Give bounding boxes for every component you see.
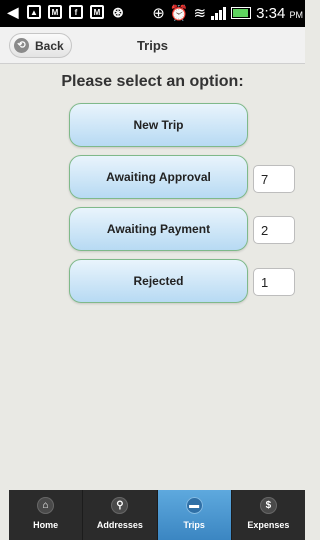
facebook-icon: f (69, 5, 83, 19)
awaiting-approval-count: 7 (253, 165, 295, 193)
rejected-count: 1 (253, 268, 295, 296)
page-title: Trips (136, 38, 169, 53)
status-bar: ◀ ▲ M f M ⊛ ⊕ ⏰ ≋ 3:34 PM (0, 0, 305, 27)
header: ⟲ Back Trips (0, 27, 305, 64)
dollar-icon: $ (259, 497, 277, 514)
tab-home[interactable]: ⌂ Home (9, 490, 84, 540)
tab-label: Home (33, 520, 59, 530)
signal-icon (211, 6, 227, 20)
tab-label: Trips (183, 520, 205, 530)
status-system: ⊕ ⏰ ≋ 3:34 PM (152, 4, 303, 23)
battery-icon (231, 7, 252, 19)
awaiting-approval-button[interactable]: Awaiting Approval (69, 155, 248, 199)
mail-icon: M (48, 5, 62, 19)
new-trip-button[interactable]: New Trip (69, 103, 248, 147)
tab-label: Expenses (247, 520, 290, 530)
tab-label: Addresses (96, 520, 143, 530)
back-arrow-icon: ◀ (7, 3, 19, 20)
status-time: 3:34 PM (256, 4, 303, 22)
home-icon: ⌂ (37, 497, 55, 514)
car-icon: ▬ (185, 497, 203, 514)
picture-icon: ▲ (27, 5, 41, 19)
tab-bar: ⌂ Home ⚲ Addresses ▬ Trips $ Expenses (9, 490, 305, 540)
rejected-button[interactable]: Rejected (69, 259, 248, 303)
sync-icon: ⊛ (112, 3, 124, 20)
awaiting-payment-button[interactable]: Awaiting Payment (69, 207, 248, 251)
tab-expenses[interactable]: $ Expenses (232, 490, 305, 540)
prompt-text: Please select an option: (61, 73, 244, 90)
gmail-icon: M (90, 5, 104, 19)
awaiting-payment-count: 2 (253, 216, 295, 244)
tab-addresses[interactable]: ⚲ Addresses (83, 490, 158, 540)
status-notifications: ◀ ▲ M f M ⊛ (6, 3, 125, 20)
tab-trips[interactable]: ▬ Trips (157, 490, 232, 540)
wifi-icon: ≋ (193, 5, 207, 22)
vibrate-icon: ⊕ (152, 5, 165, 22)
map-pin-icon: ⚲ (111, 497, 129, 514)
alarm-icon: ⏰ (169, 5, 189, 22)
